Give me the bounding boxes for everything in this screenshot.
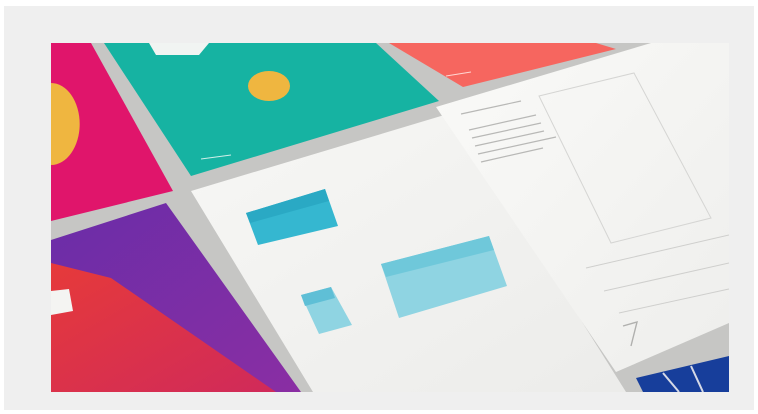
white-tab	[149, 43, 209, 55]
paper-cards-illustration	[51, 43, 729, 392]
yellow-circle	[248, 71, 290, 101]
image-frame	[4, 6, 754, 410]
material-design-cards-photo	[51, 43, 729, 392]
white-square	[51, 289, 73, 315]
